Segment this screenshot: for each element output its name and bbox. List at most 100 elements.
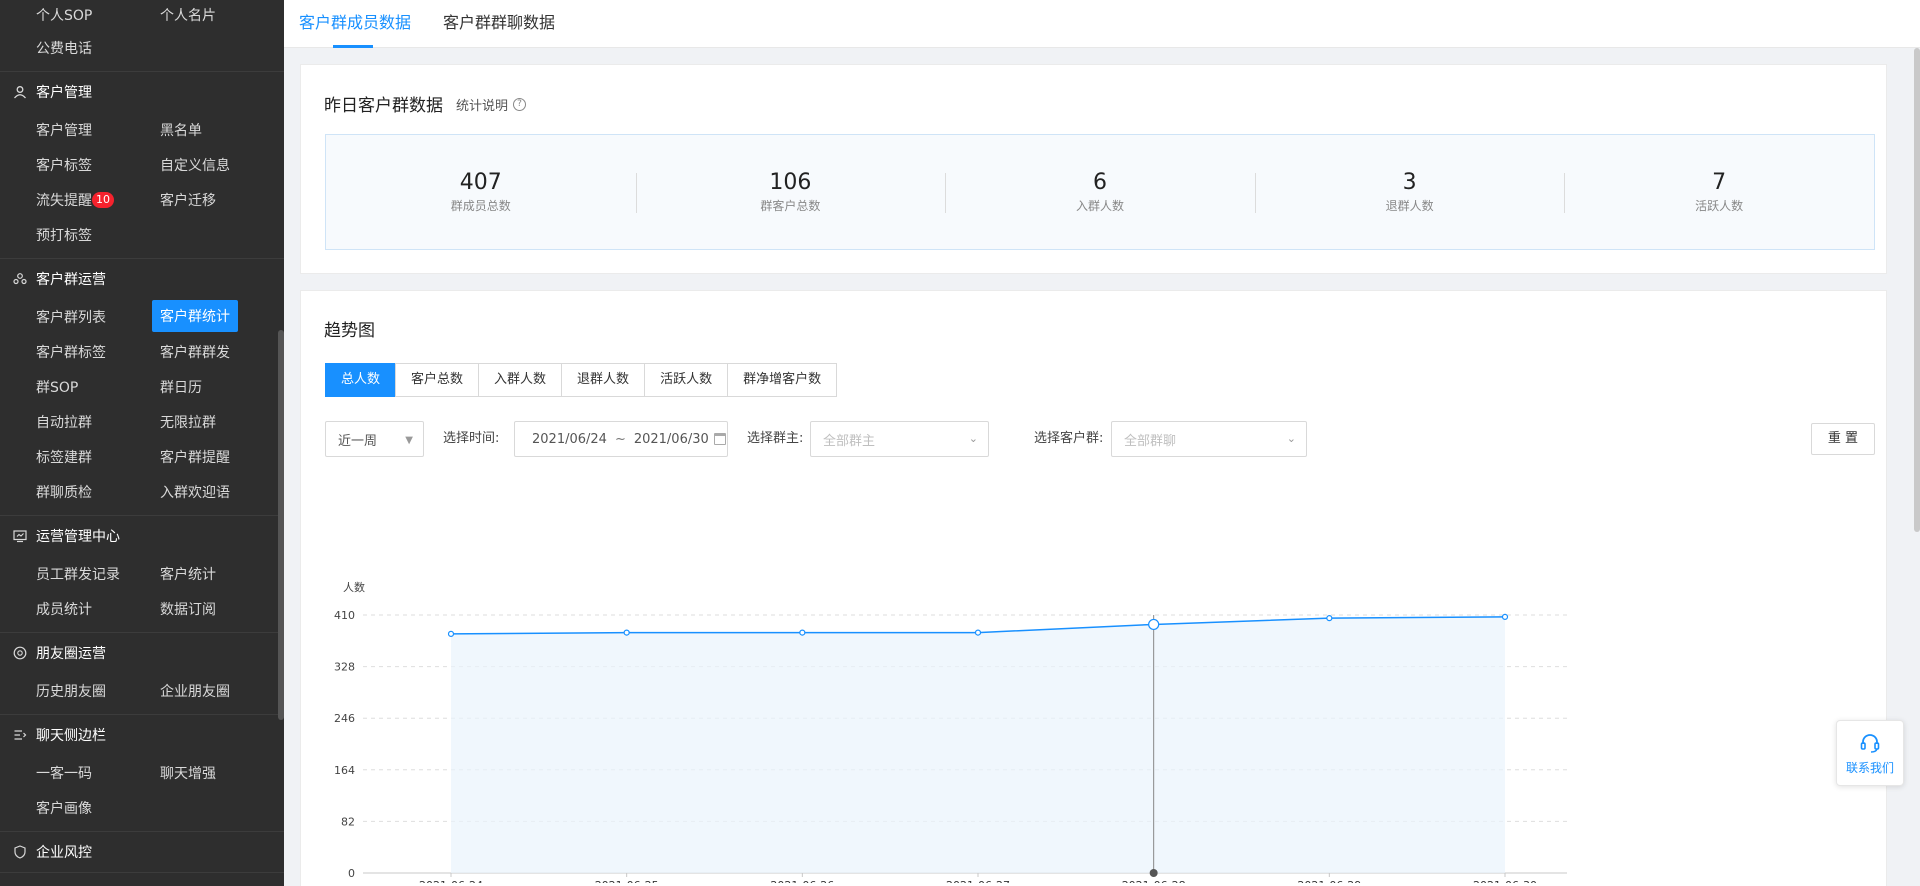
sidebar-item[interactable]: 流失提醒 10: [28, 182, 152, 217]
sidebar-item[interactable]: 聊天增强: [152, 755, 276, 790]
stats-box: 407 群成员总数 106 群客户总数 6 入群人数 3 退群人数 7 活跃人数: [325, 134, 1875, 250]
sidebar-group-header[interactable]: 朋友圈运营: [0, 633, 284, 673]
sidebar-item-label: 成员统计: [36, 601, 92, 618]
sidebar-group-header[interactable]: 运营管理中心: [0, 516, 284, 556]
metric-tab-net-growth[interactable]: 群净增客户数: [727, 363, 838, 397]
sidebar-item[interactable]: 标签建群: [28, 439, 152, 474]
sidebar-item[interactable]: 客户群列表: [28, 299, 152, 334]
sidebar-item[interactable]: 无限拉群: [152, 404, 276, 439]
reset-button[interactable]: 重 置: [1811, 423, 1875, 455]
stat-label: 活跃人数: [1695, 199, 1744, 213]
sidebar-group: 客户群运营客户群列表 客户群统计 客户群标签 客户群群发 群SOP 群日历自动拉群 无限拉群…: [0, 259, 284, 516]
sidebar-item-label: 一客一码: [36, 765, 92, 782]
contact-us-button[interactable]: 联系我们: [1836, 720, 1904, 786]
data-point: [974, 629, 982, 636]
sidebar-item-label: 历史朋友圈: [36, 683, 106, 700]
group-select-placeholder: 全部群聊: [1124, 433, 1177, 449]
sidebar-item[interactable]: 入群欢迎语: [152, 474, 276, 509]
main-scrollbar[interactable]: [1914, 48, 1920, 532]
period-select-value: 近一周: [338, 433, 378, 449]
sidebar-item[interactable]: 客户群群发: [152, 334, 276, 369]
stat-label: 群成员总数: [450, 199, 511, 213]
metric-tab-active[interactable]: 活跃人数: [644, 363, 729, 397]
sidebar-item-label: 群日历: [160, 379, 202, 396]
stat-label: 退群人数: [1385, 199, 1434, 213]
sidebar-group-header[interactable]: 客户管理: [0, 72, 284, 112]
metric-tab-left[interactable]: 退群人数: [561, 363, 646, 397]
sidebar-item[interactable]: 黑名单: [152, 112, 276, 147]
sidebar-item-label: 自动拉群: [36, 414, 92, 431]
sidebar-group-header[interactable]: 聊天侧边栏: [0, 715, 284, 755]
sidebar-item[interactable]: 客户群统计: [152, 300, 238, 332]
tab-member-data[interactable]: 客户群成员数据: [299, 0, 411, 48]
sidebar-group-header[interactable]: 客户群运营: [0, 259, 284, 299]
sidebar-item[interactable]: 客户迁移: [152, 182, 276, 217]
sidebar-item[interactable]: 员工群发记录: [28, 556, 152, 591]
calendar-icon: [713, 433, 726, 445]
moments-icon: [12, 645, 28, 661]
sidebar-item-label: 自定义信息: [160, 157, 230, 174]
metric-tab-joined[interactable]: 入群人数: [478, 363, 563, 397]
stat-value: 3: [1402, 170, 1417, 195]
sidebar-group: 客户管理 客户管理 黑名单 客户标签 自定义信息 流失提醒 10 客户迁移 预打标签: [0, 72, 284, 259]
sidebar-item-label: 预打标签: [36, 227, 92, 244]
sidebar-list-icon: [12, 727, 28, 743]
sidebar-item[interactable]: 客户群提醒: [152, 439, 276, 474]
sidebar-item-personal-card[interactable]: 个人名片: [152, 0, 276, 30]
trend-card: 趋势图 总人数 客户总数 入群人数 退群人数 活跃人数 群净增客户数 近一周 ▼…: [300, 290, 1887, 886]
stats-help-label: 统计说明: [456, 99, 509, 114]
sidebar-item-label: 客户群列表: [36, 309, 106, 326]
sidebar-item[interactable]: 客户管理: [28, 112, 152, 147]
sidebar-item[interactable]: 群聊质检: [28, 474, 152, 509]
user-icon: [12, 84, 28, 100]
sidebar-item[interactable]: 客户画像: [28, 790, 152, 825]
sidebar-item-personal-sop[interactable]: 个人SOP: [28, 0, 152, 30]
y-tick-label: 246: [334, 712, 355, 725]
sidebar-item[interactable]: 群SOP: [28, 369, 152, 404]
sidebar-item[interactable]: 自动拉群: [28, 404, 152, 439]
group-label: 选择客户群:: [1034, 431, 1104, 446]
x-tick-label: 2021-06-26: [770, 879, 834, 883]
sidebar-item[interactable]: 预打标签: [28, 217, 152, 252]
stat-value: 106: [769, 170, 812, 195]
sidebar-item[interactable]: 历史朋友圈: [28, 673, 152, 708]
sidebar-item-label: 客户画像: [36, 800, 92, 817]
tab-chat-data[interactable]: 客户群群聊数据: [443, 0, 555, 48]
sidebar-item[interactable]: 客户统计: [152, 556, 276, 591]
sidebar-item[interactable]: 自定义信息: [152, 147, 276, 182]
time-label: 选择时间:: [443, 431, 500, 446]
sidebar-item[interactable]: 企业朋友圈: [152, 673, 276, 708]
sidebar-group-header[interactable]: 企业风控: [0, 832, 284, 872]
sidebar-item[interactable]: 群日历: [152, 369, 276, 404]
stat-customer-total: 106 群客户总数: [635, 135, 946, 249]
sidebar-item-label: 流失提醒: [36, 192, 92, 209]
chevron-down-icon: ⌄: [968, 432, 978, 445]
sidebar-item-label: 聊天增强: [160, 765, 216, 782]
sidebar-item[interactable]: 数据订阅: [152, 591, 276, 626]
sidebar-item-label: 客户群提醒: [160, 449, 230, 466]
sidebar-group-title: 企业风控: [36, 845, 92, 861]
sidebar-item[interactable]: 客户群标签: [28, 334, 152, 369]
data-point: [623, 629, 630, 636]
sidebar-item-label: 数据订阅: [160, 601, 216, 618]
date-range-picker[interactable]: 2021/06/24 ~ 2021/06/30: [514, 421, 728, 457]
sidebar-group-title: 客户管理: [36, 85, 92, 101]
sidebar-item[interactable]: 一客一码: [28, 755, 152, 790]
owner-select[interactable]: 全部群主 ⌄: [810, 421, 989, 457]
sidebar-item-label: 客户管理: [36, 122, 92, 139]
hover-axis-marker: [1149, 869, 1158, 877]
sidebar-item-label: 客户群统计: [160, 309, 230, 325]
caret-down-icon: ▼: [405, 435, 413, 446]
metric-tab-total[interactable]: 总人数: [325, 363, 397, 397]
x-tick-label: 2021-06-25: [595, 879, 659, 883]
yesterday-title: 昨日客户群数据: [324, 96, 443, 116]
data-point: [1148, 618, 1160, 631]
sidebar-item[interactable]: 成员统计: [28, 591, 152, 626]
sidebar-item[interactable]: 客户标签: [28, 147, 152, 182]
sidebar-group-title: 朋友圈运营: [36, 646, 106, 662]
group-select[interactable]: 全部群聊 ⌄: [1111, 421, 1307, 457]
metric-tab-customer-total[interactable]: 客户总数: [395, 363, 480, 397]
sidebar-item-public-phone[interactable]: 公费电话: [28, 30, 152, 65]
period-select[interactable]: 近一周 ▼: [325, 421, 424, 457]
stats-help[interactable]: 统计说明 ?: [456, 95, 527, 114]
